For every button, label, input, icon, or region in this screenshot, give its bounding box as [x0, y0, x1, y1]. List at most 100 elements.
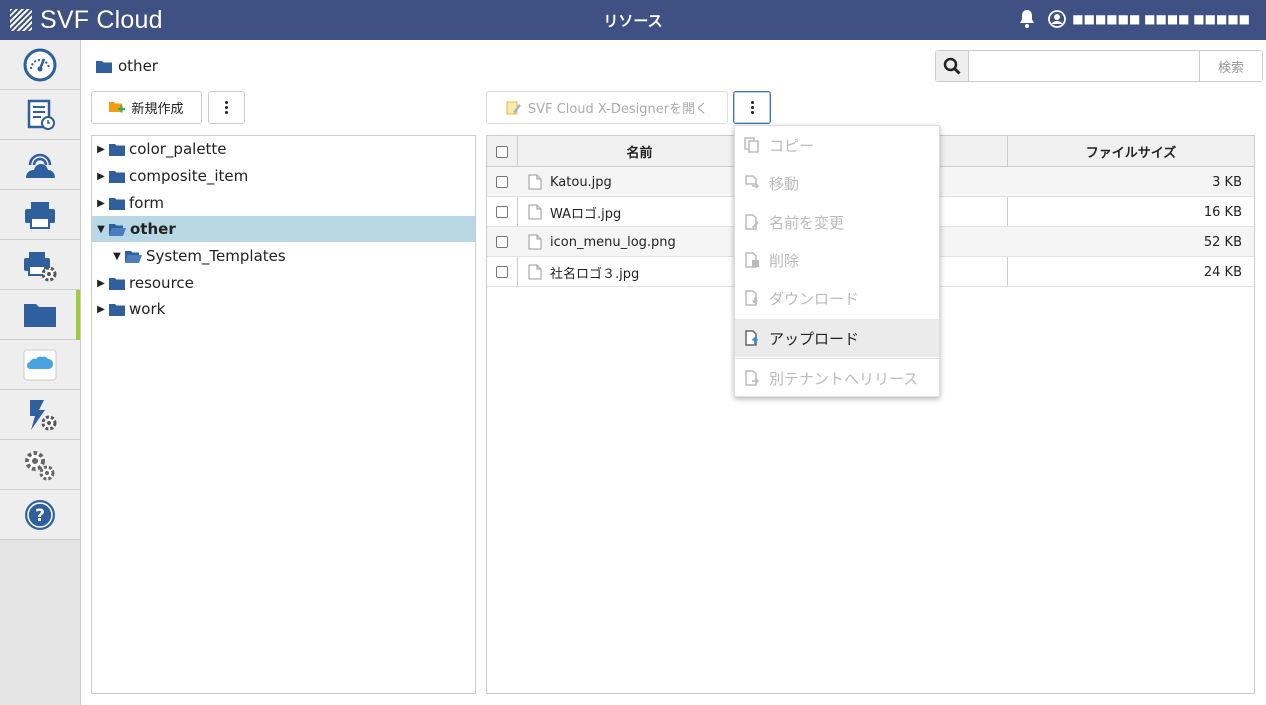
move-icon — [745, 175, 760, 189]
breadcrumb-current: other — [118, 57, 158, 75]
row-checkbox[interactable] — [496, 206, 508, 218]
folder-icon — [109, 277, 125, 290]
nav-schedule-report[interactable] — [0, 90, 80, 140]
file-size: 24 KB — [1203, 264, 1242, 280]
printer-settings-icon — [24, 251, 57, 281]
search-icon — [936, 51, 969, 81]
tree-item-label: resource — [129, 274, 194, 292]
tree-item-work[interactable]: ▶ work — [92, 296, 475, 322]
tree-item-label: form — [129, 194, 164, 212]
menu-item-move[interactable]: 移動 — [735, 164, 939, 202]
search-input[interactable] — [969, 51, 1199, 81]
file-more-button[interactable] — [733, 91, 771, 124]
nav-resources[interactable] — [0, 290, 80, 340]
tree-more-button[interactable] — [208, 91, 245, 124]
nav-dashboard[interactable] — [0, 40, 80, 90]
folder-open-icon — [109, 223, 126, 236]
folder-icon — [109, 170, 125, 183]
folder-icon — [109, 143, 125, 156]
expand-caret-icon[interactable]: ▶ — [95, 198, 107, 209]
folder-icon — [109, 197, 125, 210]
expand-caret-icon[interactable]: ▶ — [95, 278, 107, 289]
menu-item-label: アップロード — [769, 329, 860, 348]
nav-printer-settings[interactable] — [0, 240, 80, 290]
column-header-name[interactable]: 名前 — [517, 136, 762, 167]
expand-caret-icon[interactable]: ▶ — [95, 171, 107, 182]
cloud-icon — [26, 153, 55, 178]
menu-item-release-to-tenant[interactable]: 別テナントへリリース — [735, 359, 939, 397]
search-button[interactable]: 検索 — [1199, 51, 1262, 81]
collapse-caret-icon[interactable]: ▼ — [95, 224, 107, 235]
menu-item-rename[interactable]: 名前を変更 — [735, 203, 939, 241]
menu-item-label: 別テナントへリリース — [769, 369, 919, 388]
row-checkbox[interactable] — [496, 266, 508, 278]
svg-text:?: ? — [35, 506, 45, 526]
tree-item-label: other — [130, 220, 176, 238]
expand-caret-icon[interactable]: ▶ — [95, 144, 107, 155]
file-icon — [528, 234, 542, 250]
nav-action-settings[interactable] — [0, 390, 80, 440]
column-header-size[interactable]: ファイルサイズ — [1008, 136, 1254, 167]
tree-item-label: color_palette — [129, 140, 227, 158]
tree-item-color-palette[interactable]: ▶ color_palette — [92, 136, 475, 162]
row-checkbox[interactable] — [496, 176, 508, 188]
user-menu[interactable]: ■■■■■■ ■■■■ ■■■■■ — [1048, 10, 1250, 28]
tree-item-label: composite_item — [129, 167, 249, 185]
file-size: 16 KB — [1203, 204, 1242, 220]
menu-item-upload[interactable]: アップロード — [735, 319, 939, 357]
user-name: ■■■■■■ ■■■■ ■■■■■ — [1072, 12, 1250, 26]
open-designer-label: SVF Cloud X-Designerを開く — [527, 102, 709, 117]
file-name: Katou.jpg — [550, 174, 612, 190]
release-icon — [745, 370, 760, 386]
menu-item-label: 名前を変更 — [769, 213, 845, 232]
menu-item-download[interactable]: ダウンロード — [735, 279, 939, 317]
menu-item-label: ダウンロード — [769, 289, 860, 308]
menu-item-delete[interactable]: 削除 — [735, 241, 939, 279]
tree-item-form[interactable]: ▶ form — [92, 190, 475, 216]
new-button[interactable]: 新規作成 — [91, 91, 202, 124]
nav-help[interactable]: ? — [0, 490, 80, 540]
designer-icon — [506, 101, 521, 114]
file-icon — [528, 204, 542, 220]
tree-item-composite-item[interactable]: ▶ composite_item — [92, 163, 475, 189]
menu-item-copy[interactable]: コピー — [735, 126, 939, 164]
tree-item-label: work — [129, 300, 166, 318]
gears-icon — [25, 450, 55, 480]
file-actions-menu: コピー 移動 名前を変更 削除 ダウンロード アップロード 別テナントへリリース — [734, 125, 940, 397]
select-all-checkbox[interactable] — [496, 145, 508, 158]
menu-item-label: 削除 — [769, 251, 800, 270]
nav-salesforce[interactable] — [0, 340, 80, 390]
expand-caret-icon[interactable]: ▶ — [95, 304, 107, 315]
sidebar: ? — [0, 40, 81, 705]
folder-icon — [96, 60, 112, 73]
file-icon — [528, 174, 542, 190]
file-name: WAロゴ.jpg — [550, 206, 622, 222]
folder-tree: ▶ color_palette ▶ composite_item ▶ form … — [91, 135, 476, 694]
collapse-caret-icon[interactable]: ▼ — [111, 251, 123, 262]
app-header: SVF Cloud リソース ■■■■■■ ■■■■ ■■■■■ — [0, 0, 1266, 40]
salesforce-icon — [23, 349, 57, 380]
file-size: 3 KB — [1212, 174, 1242, 190]
file-size: 52 KB — [1203, 234, 1242, 250]
schedule-report-icon — [27, 99, 55, 130]
kebab-icon — [225, 101, 229, 114]
rename-icon — [745, 214, 759, 230]
nav-system-settings[interactable] — [0, 440, 80, 490]
action-settings-icon — [30, 399, 57, 430]
file-icon — [528, 264, 542, 280]
tree-item-system-templates[interactable]: ▼ System_Templates — [92, 243, 475, 269]
download-icon — [745, 290, 759, 306]
printer-icon — [25, 201, 55, 229]
select-all-cell — [487, 136, 517, 167]
user-icon — [1048, 10, 1067, 28]
new-button-label: 新規作成 — [131, 102, 184, 117]
tree-item-other[interactable]: ▼ other — [92, 216, 475, 242]
nav-cloud[interactable] — [0, 140, 80, 190]
row-checkbox[interactable] — [496, 236, 508, 248]
breadcrumb: other — [96, 57, 158, 75]
tree-item-resource[interactable]: ▶ resource — [92, 270, 475, 296]
nav-printer[interactable] — [0, 190, 80, 240]
upload-icon — [745, 330, 759, 346]
open-designer-button[interactable]: SVF Cloud X-Designerを開く — [486, 91, 728, 124]
bell-icon[interactable] — [1018, 9, 1036, 29]
